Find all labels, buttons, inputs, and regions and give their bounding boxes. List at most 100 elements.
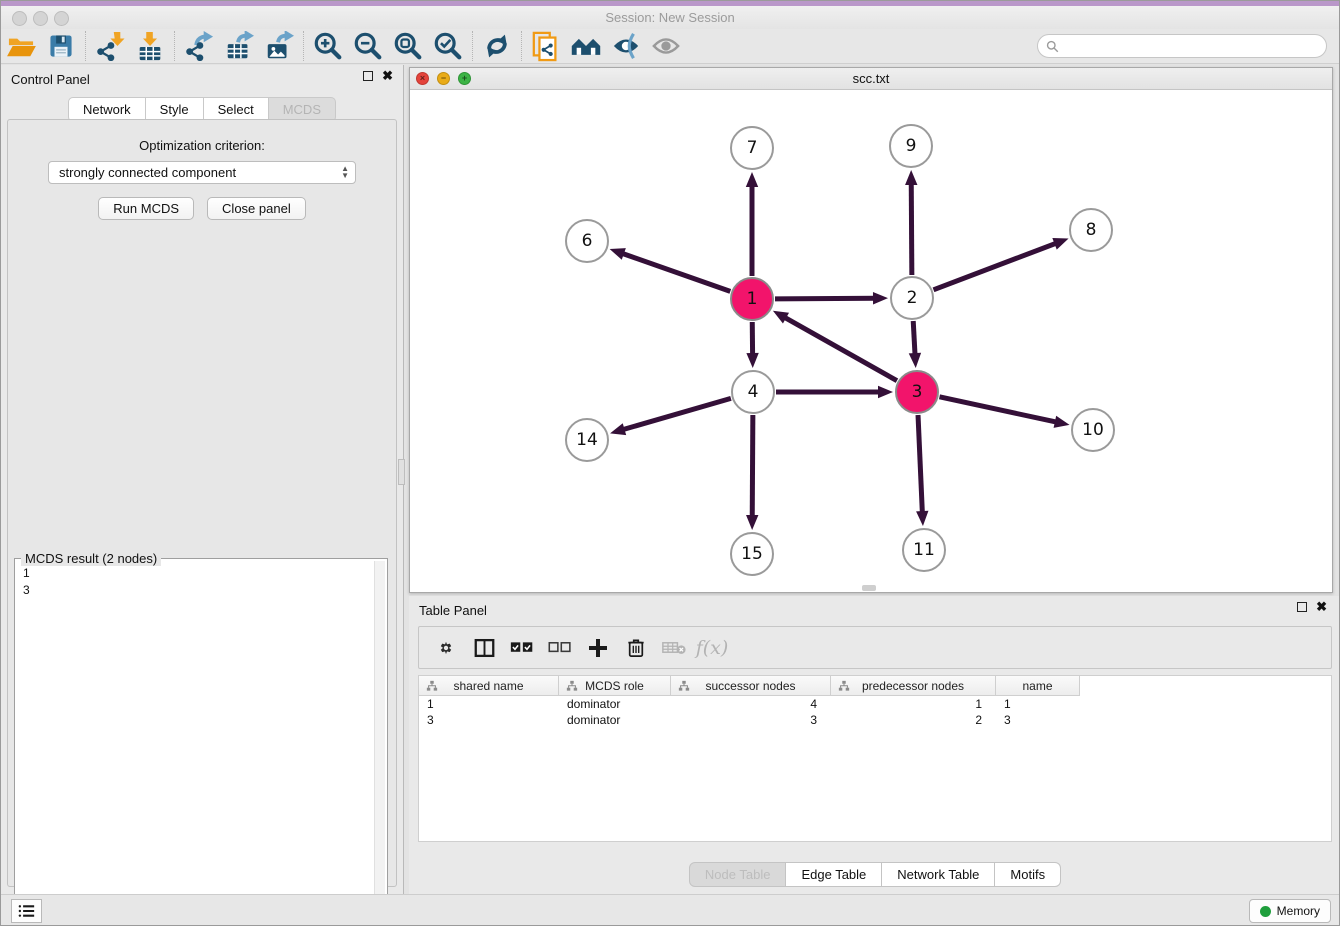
hide-selected-button[interactable] [606,29,646,63]
graph-edge-2-8[interactable] [934,242,1059,289]
cell-shared-name[interactable]: 1 [419,696,559,712]
graph-node-7[interactable]: 7 [730,126,774,170]
graph-node-10[interactable]: 10 [1071,408,1115,452]
cell-predecessor-nodes[interactable]: 1 [831,696,996,712]
memory-button[interactable]: Memory [1249,899,1331,923]
network-window-titlebar[interactable]: × − + scc.txt [410,68,1332,90]
table-header-row: shared name MCDS role successor nodes pr… [419,676,1331,696]
graph-edge-arrow [746,172,758,187]
graph-edge-arrow [610,248,626,260]
first-neighbors-button[interactable] [566,29,606,63]
graph-node-15[interactable]: 15 [730,532,774,576]
float-table-panel-icon[interactable] [1297,602,1307,612]
column-header-predecessor-nodes[interactable]: predecessor nodes [831,676,996,696]
result-scrollbar[interactable] [374,561,385,926]
show-log-button[interactable] [11,899,42,923]
optimization-criterion-label: Optimization criterion: [8,138,396,153]
tab-motifs[interactable]: Motifs [995,862,1061,887]
mcds-result-text[interactable]: 1 3 [19,565,369,926]
float-panel-icon[interactable] [363,71,373,81]
gear-icon [436,638,456,658]
graph-node-4[interactable]: 4 [731,370,775,414]
cell-successor-nodes[interactable]: 3 [671,712,831,728]
column-header-name[interactable]: name [996,676,1080,696]
graph-svg [410,90,1332,592]
deselect-all-rows-button[interactable] [541,633,579,663]
control-panel: Control Panel ✖ Network Style Select MCD… [1,65,404,894]
table-row[interactable]: 3 dominator 3 2 3 [419,712,1331,728]
close-panel-icon[interactable]: ✖ [382,71,393,81]
apply-layout-button[interactable] [477,29,517,63]
graph-node-2[interactable]: 2 [890,276,934,320]
network-canvas[interactable]: 7 9 6 8 1 2 4 3 14 10 15 11 [410,90,1332,592]
graph-edge-4-14[interactable] [621,398,731,430]
graph-edge-3-1[interactable] [782,316,896,381]
toggle-columns-button[interactable] [465,633,503,663]
graph-node-14[interactable]: 14 [565,418,609,462]
memory-status-dot [1260,906,1271,917]
cell-successor-nodes[interactable]: 4 [671,696,831,712]
toolbar-search[interactable] [1037,34,1327,58]
hierarchy-icon [426,680,438,692]
column-header-shared-name[interactable]: shared name [419,676,559,696]
cell-shared-name[interactable]: 3 [419,712,559,728]
export-image-button[interactable] [259,29,299,63]
toolbar-separator [303,31,304,61]
function-builder-button[interactable]: f(x) [693,633,731,663]
graph-edge-2-3[interactable] [913,321,915,357]
cell-mcds-role[interactable]: dominator [559,712,671,728]
delete-table-button[interactable] [655,633,693,663]
graph-edge-4-15[interactable] [752,415,753,519]
cell-name[interactable]: 1 [996,696,1080,712]
zoom-in-icon [313,31,343,61]
graph-edge-1-6[interactable] [620,253,730,292]
duplicate-network-button[interactable] [526,29,566,63]
tab-node-table[interactable]: Node Table [689,862,787,887]
graph-node-11[interactable]: 11 [902,528,946,572]
splitter-handle[interactable] [398,459,405,485]
close-table-panel-icon[interactable]: ✖ [1316,602,1327,612]
delete-columns-button[interactable] [617,633,655,663]
show-all-button[interactable] [646,29,686,63]
graph-node-6[interactable]: 6 [565,219,609,263]
graph-layer: 7 9 6 8 1 2 4 3 14 10 15 11 [410,90,1332,592]
graph-node-8[interactable]: 8 [1069,208,1113,252]
zoom-fit-button[interactable] [388,29,428,63]
graph-edge-2-9[interactable] [911,181,912,275]
table-panel-tabs: Node Table Edge Table Network Table Moti… [409,862,1340,887]
cell-mcds-role[interactable]: dominator [559,696,671,712]
open-session-button[interactable] [1,29,41,63]
cell-name[interactable]: 3 [996,712,1080,728]
graph-edge-arrow [1054,416,1070,428]
tab-network-table[interactable]: Network Table [882,862,995,887]
tab-edge-table[interactable]: Edge Table [786,862,882,887]
graph-node-9[interactable]: 9 [889,124,933,168]
columns-icon [474,638,495,658]
zoom-in-button[interactable] [308,29,348,63]
graph-edge-1-2[interactable] [775,298,877,299]
search-input[interactable] [1064,39,1326,53]
criterion-dropdown[interactable]: strongly connected component ▲▼ [48,161,356,184]
column-header-successor-nodes[interactable]: successor nodes [671,676,831,696]
save-session-button[interactable] [41,29,81,63]
select-all-rows-button[interactable] [503,633,541,663]
table-settings-button[interactable] [427,633,465,663]
canvas-hscroll-handle[interactable] [862,585,876,591]
import-table-button[interactable] [130,29,170,63]
import-network-button[interactable] [90,29,130,63]
zoom-out-button[interactable] [348,29,388,63]
graph-node-3[interactable]: 3 [895,370,939,414]
close-panel-button[interactable]: Close panel [207,197,306,220]
graph-edge-3-11[interactable] [918,415,922,515]
zoom-selected-button[interactable] [428,29,468,63]
run-mcds-button[interactable]: Run MCDS [98,197,194,220]
create-column-button[interactable] [579,633,617,663]
table-row[interactable]: 1 dominator 4 1 1 [419,696,1331,712]
cell-predecessor-nodes[interactable]: 2 [831,712,996,728]
export-network-button[interactable] [179,29,219,63]
graph-node-1[interactable]: 1 [730,277,774,321]
export-table-button[interactable] [219,29,259,63]
graph-edge-3-10[interactable] [939,397,1058,423]
column-header-mcds-role[interactable]: MCDS role [559,676,671,696]
graph-edge-arrow [909,353,921,368]
